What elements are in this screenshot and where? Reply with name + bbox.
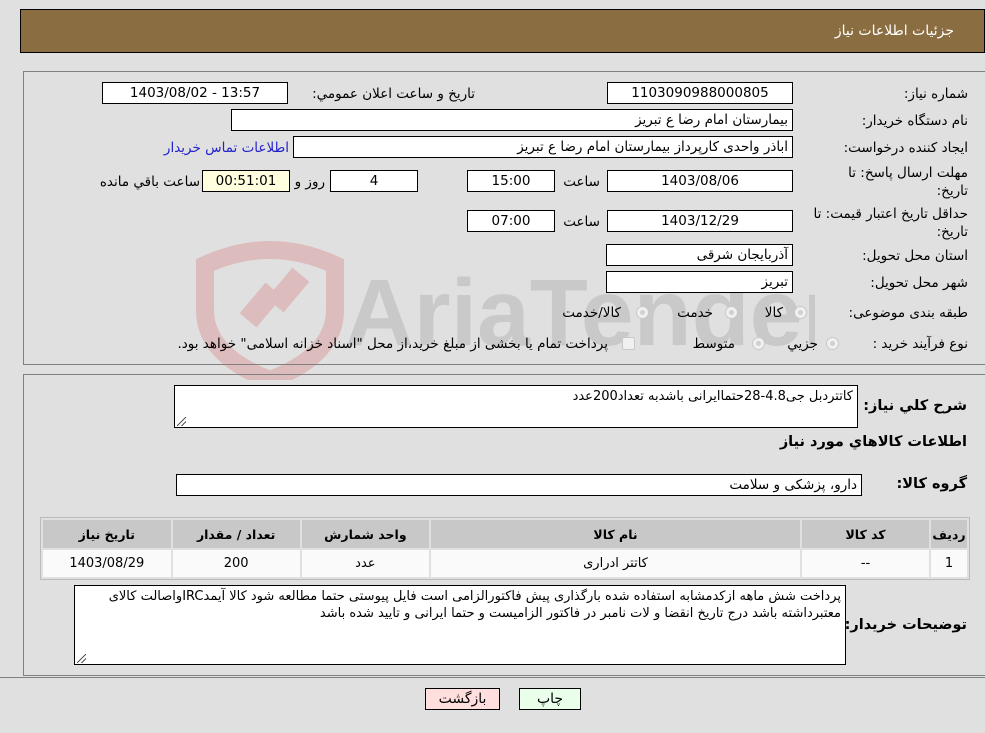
days-label: روز و	[294, 174, 325, 190]
need-number-field: 1103090988000805	[607, 82, 793, 104]
announce-field: 1403/08/02 - 13:57	[102, 82, 288, 104]
process-label: نوع فرآیند خرید :	[872, 336, 968, 352]
col-header-unit: واحد شمارش	[301, 520, 430, 548]
table-header-row: ردیف کد کالا نام کالا واحد شمارش تعداد /…	[43, 520, 967, 548]
category-option-goods: کالا	[764, 305, 783, 321]
validity-time-field: 07:00	[467, 210, 555, 232]
buyer-notes-textarea[interactable]: پرداخت شش ماهه ازکدمشابه استفاده شده بار…	[74, 585, 846, 665]
cell-need-date: 1403/08/29	[43, 550, 171, 577]
city-field: تبریز	[606, 271, 793, 293]
goods-table: ردیف کد کالا نام کالا واحد شمارش تعداد /…	[40, 517, 970, 580]
category-radio-goods-service[interactable]	[636, 306, 649, 319]
deadline-time-label: ساعت	[563, 174, 600, 190]
resize-grip-icon[interactable]	[177, 417, 186, 426]
treasury-note: پرداخت تمام یا بخشی از مبلغ خرید،از محل …	[177, 336, 608, 352]
process-option-medium: متوسط	[692, 336, 735, 352]
category-option-service: خدمت	[677, 305, 713, 321]
page-header: جزئیات اطلاعات نیاز	[20, 9, 985, 53]
city-label: شهر محل تحویل:	[870, 275, 968, 291]
resize-grip-icon[interactable]	[77, 654, 86, 663]
validity-label-line1: حداقل تاریخ اعتبار قیمت: تا	[813, 206, 968, 222]
category-option-goods-service: کالا/خدمت	[562, 305, 621, 321]
buyer-contact-link[interactable]: اطلاعات تماس خریدار	[164, 140, 289, 156]
time-remaining-field: 00:51:01	[202, 170, 290, 192]
col-header-code: کد کالا	[802, 520, 930, 548]
creator-label: ایجاد کننده درخواست:	[843, 140, 968, 156]
category-radio-goods[interactable]	[794, 306, 807, 319]
cell-unit: عدد	[301, 550, 430, 577]
validity-label-line2: تاریخ:	[936, 224, 968, 240]
summary-label: شرح کلي نياز:	[863, 398, 967, 414]
creator-field: اباذر واحدی کارپرداز بیمارستان امام رضا …	[293, 136, 793, 158]
cell-row-number: 1	[931, 550, 967, 577]
time-remaining-label: ساعت باقي مانده	[99, 174, 200, 190]
back-button[interactable]: بازگشت	[425, 688, 500, 710]
validity-time-label: ساعت	[563, 214, 600, 230]
page-title: جزئیات اطلاعات نیاز	[834, 23, 954, 39]
table-row: 1 -- کاتتر ادراری عدد 200 1403/08/29	[43, 550, 967, 577]
treasury-checkbox[interactable]	[622, 337, 635, 350]
summary-textarea[interactable]: کاتتردبل جی4.8-28حتماایرانی باشدبه تعداد…	[174, 385, 858, 428]
col-header-name: نام کالا	[431, 520, 800, 548]
buyer-org-label: نام دستگاه خریدار:	[861, 113, 968, 129]
cell-name: کاتتر ادراری	[431, 550, 800, 577]
process-radio-minor[interactable]	[826, 337, 839, 350]
deadline-label-line2: تاریخ:	[936, 183, 968, 199]
announce-label: تاریخ و ساعت اعلان عمومي:	[312, 86, 475, 102]
goods-group-label: گروه کالا:	[896, 476, 967, 492]
province-field: آذربایجان شرقی	[606, 244, 793, 266]
need-number-label: شماره نیاز:	[903, 86, 968, 102]
buyer-org-field: بیمارستان امام رضا ع تبریز	[231, 109, 793, 131]
cell-code: --	[802, 550, 930, 577]
category-radio-service[interactable]	[725, 306, 738, 319]
province-label: استان محل تحویل:	[862, 248, 968, 264]
goods-info-title: اطلاعات کالاهاي مورد نياز	[779, 434, 967, 450]
buyer-notes-text: پرداخت شش ماهه ازکدمشابه استفاده شده بار…	[108, 589, 841, 621]
divider	[0, 677, 985, 678]
days-remaining-field: 4	[330, 170, 418, 192]
deadline-label-line1: مهلت ارسال پاسخ: تا	[848, 165, 968, 181]
summary-text: کاتتردبل جی4.8-28حتماایرانی باشدبه تعداد…	[572, 389, 853, 404]
category-label: طبقه بندی موضوعی:	[848, 305, 968, 321]
col-header-need-date: تاریخ نیاز	[43, 520, 171, 548]
col-header-quantity: تعداد / مقدار	[172, 520, 300, 548]
print-button[interactable]: چاپ	[519, 688, 581, 710]
col-header-row-number: ردیف	[931, 520, 967, 548]
process-option-minor: جزيي	[787, 336, 818, 352]
deadline-time-field: 15:00	[467, 170, 555, 192]
cell-quantity: 200	[172, 550, 300, 577]
deadline-date-field: 1403/08/06	[607, 170, 793, 192]
buyer-notes-label: توضیحات خریدار:	[844, 617, 967, 633]
process-radio-medium[interactable]	[752, 337, 765, 350]
goods-group-field: دارو، پزشکی و سلامت	[176, 474, 862, 496]
validity-date-field: 1403/12/29	[607, 210, 793, 232]
